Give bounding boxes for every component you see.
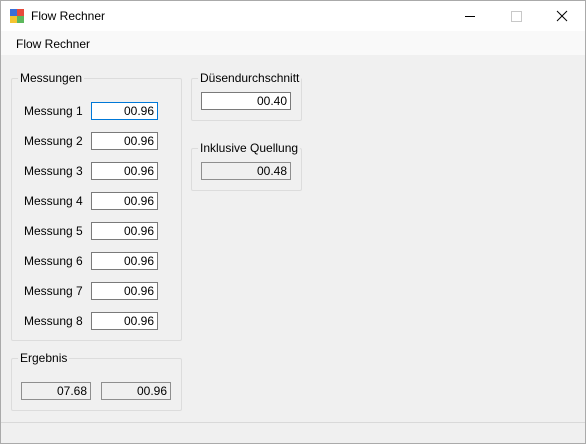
messung-3-label: Messung 3: [24, 164, 83, 178]
messung-1-input[interactable]: 00.96: [91, 102, 158, 120]
messung-6-input[interactable]: 00.96: [91, 252, 158, 270]
app-window: Flow Rechner Flow Rechner Messungen Mess…: [0, 0, 586, 444]
close-icon: [556, 10, 568, 22]
messung-4-label: Messung 4: [24, 194, 83, 208]
window-title: Flow Rechner: [31, 9, 106, 23]
inklusive-quellung-field: 00.48: [201, 162, 291, 180]
messung-2-input[interactable]: 00.96: [91, 132, 158, 150]
close-button[interactable]: [539, 1, 585, 31]
messung-5-input[interactable]: 00.96: [91, 222, 158, 240]
messung-1-label: Messung 1: [24, 104, 83, 118]
app-icon: [10, 9, 24, 23]
messung-5-label: Messung 5: [24, 224, 83, 238]
minimize-button[interactable]: [447, 1, 493, 31]
duesendurchschnitt-input[interactable]: 00.40: [201, 92, 291, 110]
menu-flow-rechner[interactable]: Flow Rechner: [16, 37, 90, 51]
ergebnis-sum-field: 07.68: [21, 382, 91, 400]
maximize-button[interactable]: [493, 1, 539, 31]
messung-3-input[interactable]: 00.96: [91, 162, 158, 180]
title-bar[interactable]: Flow Rechner: [1, 1, 585, 31]
messung-8-input[interactable]: 00.96: [91, 312, 158, 330]
messung-6-label: Messung 6: [24, 254, 83, 268]
maximize-icon: [511, 11, 522, 22]
minimize-icon: [465, 16, 475, 17]
messung-7-input[interactable]: 00.96: [91, 282, 158, 300]
status-bar: [1, 422, 585, 443]
messung-7-label: Messung 7: [24, 284, 83, 298]
ergebnis-group-title: Ergebnis: [18, 351, 70, 365]
menu-bar: Flow Rechner: [1, 31, 585, 55]
inklusive-quellung-group-title: Inklusive Quellung: [198, 141, 301, 155]
messung-8-label: Messung 8: [24, 314, 83, 328]
messung-4-input[interactable]: 00.96: [91, 192, 158, 210]
ergebnis-average-field: 00.96: [101, 382, 171, 400]
messung-2-label: Messung 2: [24, 134, 83, 148]
messungen-group-title: Messungen: [18, 71, 85, 85]
duesendurchschnitt-group-title: Düsendurchschnitt: [198, 71, 302, 85]
